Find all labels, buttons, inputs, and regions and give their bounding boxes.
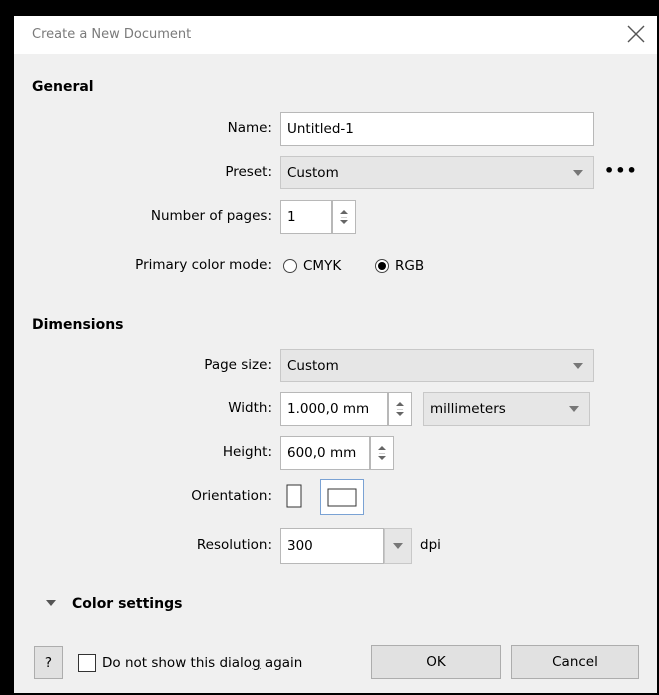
stepper-up-icon[interactable] <box>378 446 386 450</box>
landscape-button[interactable] <box>320 479 364 515</box>
orientation-label: Orientation: <box>191 488 272 504</box>
page-size-label: Page size: <box>204 357 272 373</box>
height-stepper[interactable] <box>370 436 394 470</box>
pages-stepper[interactable] <box>332 200 356 234</box>
pages-value: 1 <box>287 209 296 225</box>
chevron-down-icon <box>393 543 403 549</box>
height-value: 600,0 mm <box>287 445 357 461</box>
width-label: Width: <box>228 400 272 416</box>
help-button[interactable]: ? <box>34 646 63 679</box>
width-stepper[interactable] <box>388 392 412 426</box>
resolution-input[interactable]: 300 <box>280 528 384 564</box>
portrait-button[interactable] <box>280 482 310 512</box>
create-document-dialog: Create a New Document General Name: Unti… <box>14 16 657 693</box>
resolution-unit: dpi <box>420 537 441 553</box>
stepper-up-icon[interactable] <box>340 210 348 214</box>
resolution-label: Resolution: <box>196 537 272 553</box>
close-icon[interactable] <box>623 18 649 48</box>
chevron-down-icon <box>573 362 583 369</box>
units-dropdown[interactable]: millimeters <box>423 392 590 426</box>
page-size-dropdown[interactable]: Custom <box>280 349 594 382</box>
cancel-button[interactable]: Cancel <box>511 645 639 679</box>
preset-dropdown[interactable]: Custom <box>280 156 594 189</box>
dimensions-heading: Dimensions <box>32 317 124 333</box>
stepper-down-icon[interactable] <box>378 456 386 460</box>
rgb-label: RGB <box>395 258 425 274</box>
resolution-dropdown[interactable] <box>384 528 412 564</box>
title-bar: Create a New Document <box>14 16 657 54</box>
cmyk-radio[interactable] <box>283 259 297 273</box>
more-options-icon[interactable]: ••• <box>604 161 638 180</box>
name-label: Name: <box>227 120 272 136</box>
preset-value: Custom <box>287 164 339 181</box>
pages-input[interactable]: 1 <box>280 200 332 234</box>
expand-chevron-icon[interactable] <box>46 600 56 606</box>
chevron-down-icon <box>573 169 583 176</box>
name-input[interactable]: Untitled-1 <box>280 112 594 146</box>
chevron-down-icon <box>569 406 579 412</box>
width-input[interactable]: 1.000,0 mm <box>280 392 388 426</box>
dont-show-checkbox[interactable] <box>78 654 96 672</box>
pages-label: Number of pages: <box>150 208 272 224</box>
stepper-down-icon[interactable] <box>396 412 404 416</box>
ok-button[interactable]: OK <box>371 645 501 679</box>
general-heading: General <box>32 79 94 95</box>
resolution-value: 300 <box>287 538 313 554</box>
dont-show-label: Do not show this dialog again <box>102 655 303 671</box>
height-label: Height: <box>222 444 272 460</box>
color-settings-toggle[interactable]: Color settings <box>72 596 182 612</box>
name-value: Untitled-1 <box>287 121 354 137</box>
rgb-radio[interactable] <box>375 259 389 273</box>
height-input[interactable]: 600,0 mm <box>280 436 370 470</box>
dialog-title: Create a New Document <box>32 27 192 42</box>
stepper-down-icon[interactable] <box>340 220 348 224</box>
width-value: 1.000,0 mm <box>287 401 370 417</box>
color-mode-label: Primary color mode: <box>135 257 272 273</box>
portrait-icon <box>286 484 302 508</box>
stepper-up-icon[interactable] <box>396 402 404 406</box>
units-value: millimeters <box>430 401 506 417</box>
preset-label: Preset: <box>225 164 272 180</box>
cmyk-label: CMYK <box>303 258 342 274</box>
landscape-icon <box>327 488 357 507</box>
page-size-value: Custom <box>287 357 339 374</box>
